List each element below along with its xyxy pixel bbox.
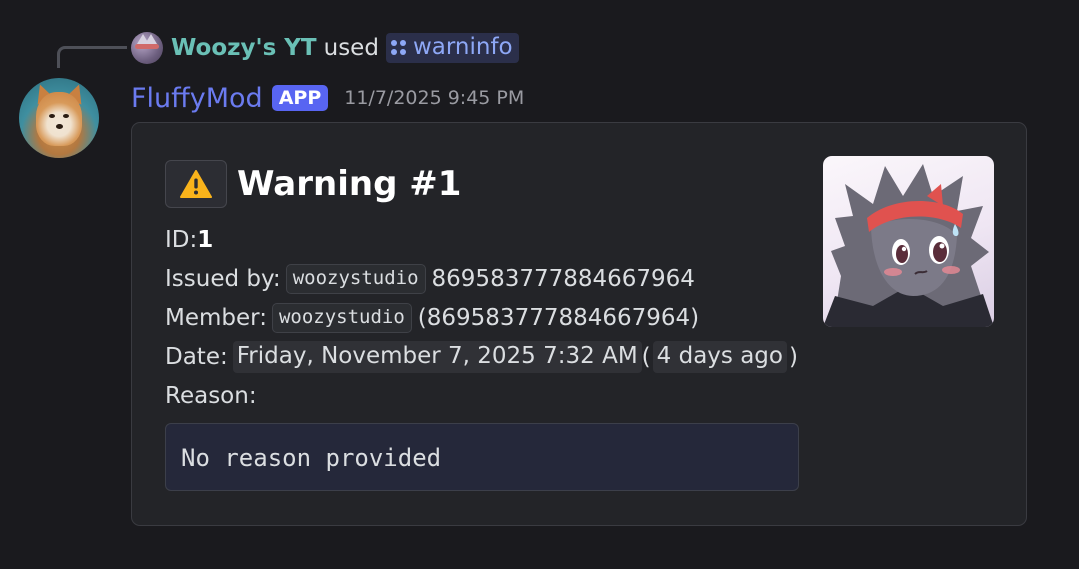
date-open-paren: ( — [641, 343, 651, 370]
member-id: (869583777884667964) — [417, 304, 700, 331]
field-issued-by-label: Issued by: — [165, 265, 281, 292]
embed-title-text: Warning #1 — [237, 164, 462, 204]
embed-fields: ID: 1 Issued by: woozystudio 86958377788… — [165, 220, 798, 415]
character-thumbnail-image[interactable] — [823, 156, 994, 327]
field-id-value: 1 — [197, 226, 214, 253]
command-mention[interactable]: warninfo — [385, 33, 519, 63]
reply-avatar-icon[interactable] — [131, 32, 163, 64]
embed-title: Warning #1 — [165, 160, 461, 208]
app-badge: APP — [271, 85, 329, 111]
reply-spine — [57, 46, 127, 68]
field-issued-by: Issued by: woozystudio 86958377788466796… — [165, 259, 798, 298]
date-close-paren: ) — [788, 343, 798, 370]
field-member: Member: woozystudio (869583777884667964) — [165, 298, 798, 337]
date-relative-timestamp[interactable]: 4 days ago — [652, 340, 787, 373]
warning-icon — [165, 160, 227, 208]
issued-by-user-code: woozystudio — [285, 263, 426, 294]
reason-codeblock: No reason provided — [165, 423, 799, 491]
field-id-label: ID: — [165, 226, 198, 253]
command-name: warninfo — [412, 34, 513, 60]
reply-username[interactable]: Woozy's YT — [171, 35, 317, 61]
field-id: ID: 1 — [165, 220, 798, 259]
message-timestamp[interactable]: 11/7/2025 9:45 PM — [344, 87, 524, 109]
bot-username[interactable]: FluffyMod — [131, 83, 263, 114]
reply-used-text: used — [323, 35, 379, 61]
slash-command-icon — [390, 39, 406, 55]
message-header: FluffyMod APP 11/7/2025 9:45 PM — [131, 80, 524, 116]
reply-reference[interactable]: Woozy's YT used warninfo — [131, 31, 519, 65]
field-reason: Reason: — [165, 376, 798, 415]
warning-embed: Warning #1 ID: 1 Issued by: woozystudio … — [131, 122, 1027, 526]
date-timestamp[interactable]: Friday, November 7, 2025 7:32 AM — [232, 340, 642, 373]
field-date: Date: Friday, November 7, 2025 7:32 AM (… — [165, 337, 798, 376]
chat-message: Woozy's YT used warninfo FluffyMod APP 1… — [0, 0, 1079, 569]
field-member-label: Member: — [165, 304, 267, 331]
member-user-code: woozystudio — [271, 302, 412, 333]
corgi-avatar-icon[interactable] — [19, 78, 99, 158]
field-reason-label: Reason: — [165, 382, 257, 409]
reason-value: No reason provided — [181, 444, 442, 472]
issued-by-id: 869583777884667964 — [431, 265, 695, 292]
field-date-label: Date: — [165, 343, 228, 370]
